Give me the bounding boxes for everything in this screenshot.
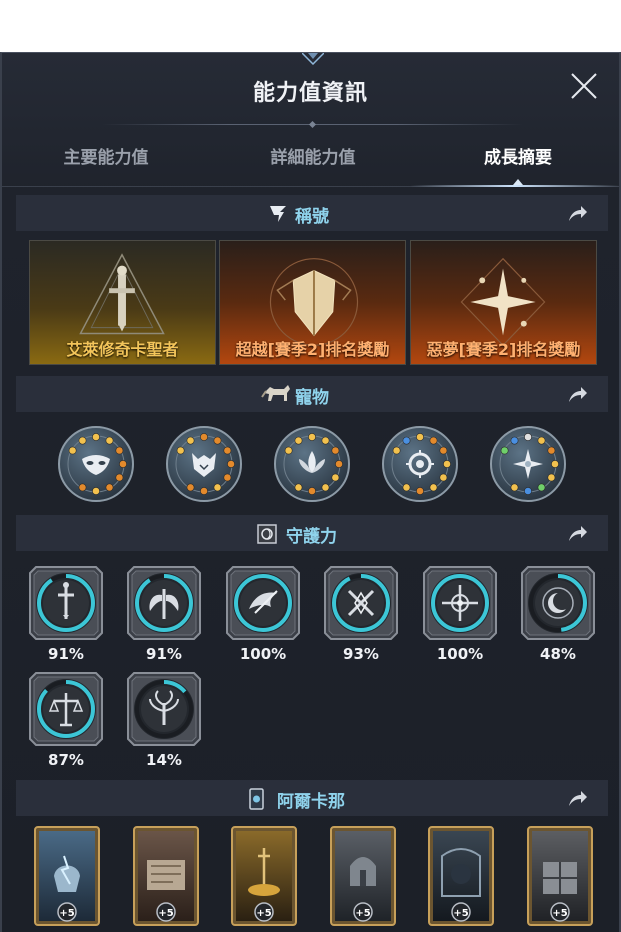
guardian-item[interactable]: 93% [323,565,399,665]
section-header-arcana[interactable]: 阿爾卡那 [16,780,608,816]
arcana-level-badge: +5 [453,908,468,919]
phoenix-emblem-icon [226,566,300,640]
active-tab-arrow [513,179,523,185]
wolf-emblem-icon[interactable] [165,425,243,503]
section-header-titles[interactable]: 稱號 [16,195,608,231]
section-label-guardians: 守護力 [286,527,337,547]
title-card-transcend[interactable]: 超越[賽季2]排名獎勵 [219,240,406,365]
treasure-sword-icon[interactable]: +5 [231,826,297,926]
active-tab-indicator [410,185,619,187]
lightning-vessel-icon[interactable]: +5 [34,826,100,926]
guardian-item[interactable]: 91% [28,565,104,665]
title-badge-icon [270,206,286,222]
title-card-name: 超越[賽季2]排名獎勵 [235,340,390,359]
guardian-percent: 100% [239,645,287,663]
scales-emblem-icon [29,672,103,746]
arcana-level-badge: +5 [552,908,567,919]
section-label-pets: 寵物 [295,388,329,408]
tab-growth-summary[interactable]: 成長摘要 [418,143,618,168]
arcana-level-badge: +5 [158,908,173,919]
guardian-item[interactable]: 100% [225,565,301,665]
top-ornament-icon [302,53,324,65]
share-arrow-icon [569,791,587,806]
guardian-item[interactable]: 14% [126,671,202,771]
tab-detailed-stats[interactable]: 詳細能力值 [213,143,413,168]
moon-emblem-icon [521,566,595,640]
guardian-percent: 87% [48,751,84,769]
horse-icon [261,385,290,401]
gate-scales-icon[interactable]: +5 [527,826,593,926]
mirror-frame-icon[interactable]: +5 [428,826,494,926]
title-card-nightmare[interactable]: 惡夢[賽季2]排名獎勵 [410,240,597,365]
tab-main-stats[interactable]: 主要能力值 [6,143,206,168]
guardian-icon [257,524,277,544]
page-title: 能力值資訊 [252,81,368,106]
eye-emblem-icon[interactable] [381,425,459,503]
guardian-item[interactable]: 91% [126,565,202,665]
arcana-level-badge: +5 [59,908,74,919]
close-icon[interactable] [569,71,599,101]
guardian-item[interactable]: 87% [28,671,104,771]
title-card-name: 惡夢[賽季2]排名獎勵 [426,340,581,359]
cross-swords-emblem-icon [324,566,398,640]
mask-emblem-icon[interactable] [57,425,135,503]
share-arrow-icon [569,387,587,402]
wings-emblem-icon [127,566,201,640]
title-card-name: 艾萊修奇卡聖者 [66,340,179,359]
tab-bar: 主要能力值 詳細能力值 成長摘要 [2,143,619,187]
tree-emblem-icon [127,672,201,746]
compass-emblem-icon [423,566,497,640]
arcana-level-badge: +5 [355,908,370,919]
lotus-emblem-icon[interactable] [273,425,351,503]
guardian-percent: 91% [146,645,182,663]
guardian-item[interactable]: 100% [422,565,498,665]
guardian-percent: 48% [540,645,576,663]
guardian-percent: 91% [48,645,84,663]
sword-emblem-icon [29,566,103,640]
arcana-level-badge: +5 [256,908,271,919]
divider-diamond-icon [309,121,316,128]
share-arrow-icon [569,526,587,541]
share-arrow-icon [569,206,587,221]
section-label-arcana: 阿爾卡那 [277,792,345,812]
star-emblem-icon[interactable] [489,425,567,503]
scroll-altar-icon[interactable]: +5 [133,826,199,926]
arcana-card-icon [249,788,264,810]
guardian-percent: 100% [436,645,484,663]
guardian-percent: 14% [146,751,182,769]
guardian-percent: 93% [343,645,379,663]
title-card-saint[interactable]: 艾萊修奇卡聖者 [29,240,216,365]
section-label-titles: 稱號 [295,207,329,227]
bell-tower-icon[interactable]: +5 [330,826,396,926]
section-header-pets[interactable]: 寵物 [16,376,608,412]
section-header-guardians[interactable]: 守護力 [16,515,608,551]
ability-info-panel: 能力值資訊 主要能力值 詳細能力值 成長摘要 稱號 艾萊修奇卡聖者 超越[賽季2… [0,52,621,932]
guardian-item[interactable]: 48% [520,565,596,665]
